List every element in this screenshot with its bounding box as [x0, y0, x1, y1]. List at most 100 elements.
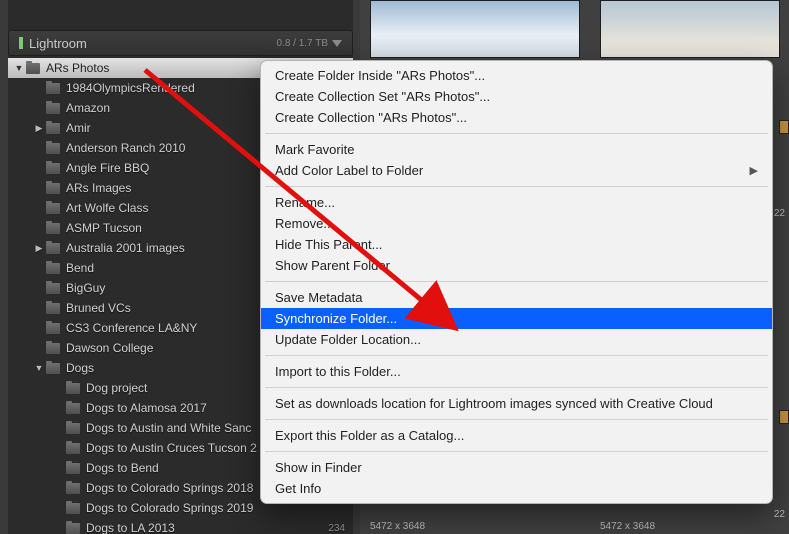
menu-item[interactable]: Import to this Folder...: [261, 361, 772, 382]
folder-icon: [66, 523, 80, 534]
menu-item[interactable]: Create Folder Inside "ARs Photos"...: [261, 65, 772, 86]
menu-item[interactable]: Set as downloads location for Lightroom …: [261, 393, 772, 414]
menu-separator: [265, 355, 768, 356]
folder-label: Amazon: [66, 101, 110, 115]
menu-item[interactable]: Show in Finder: [261, 457, 772, 478]
folder-context-menu[interactable]: Create Folder Inside "ARs Photos"... Crea…: [260, 60, 773, 504]
folder-icon: [46, 203, 60, 214]
folder-icon: [26, 63, 40, 74]
menu-item[interactable]: Show Parent Folder: [261, 255, 772, 276]
folder-icon: [46, 323, 60, 334]
menu-separator: [265, 451, 768, 452]
menu-item-label: Set as downloads location for Lightroom …: [275, 396, 713, 411]
disclosure-right-icon[interactable]: ▶: [34, 123, 44, 134]
folder-icon: [66, 463, 80, 474]
badge-number: 22: [774, 509, 785, 520]
menu-item[interactable]: Add Color Label to Folder ▶: [261, 160, 772, 181]
menu-item[interactable]: Export this Folder as a Catalog...: [261, 425, 772, 446]
menu-item[interactable]: Remove...: [261, 213, 772, 234]
image-dimensions: 5472 x 3648: [600, 521, 655, 532]
menu-separator: [265, 281, 768, 282]
menu-separator: [265, 186, 768, 187]
folder-icon: [66, 383, 80, 394]
folder-label: Dogs to Bend: [86, 461, 159, 475]
menu-separator: [265, 133, 768, 134]
menu-item-label: Create Collection "ARs Photos"...: [275, 110, 467, 125]
folder-label: Amir: [66, 121, 91, 135]
folder-icon: [66, 403, 80, 414]
menu-item-label: Hide This Parent...: [275, 237, 382, 252]
menu-item[interactable]: Create Collection "ARs Photos"...: [261, 107, 772, 128]
app-root: 5472 x 3648 5472 x 3648 22 22 Lightroom …: [0, 0, 789, 534]
folder-label: Dog project: [86, 381, 147, 395]
folder-icon: [66, 423, 80, 434]
folder-icon: [46, 163, 60, 174]
folder-icon: [46, 103, 60, 114]
menu-item-label: Create Folder Inside "ARs Photos"...: [275, 68, 485, 83]
menu-item-label: Mark Favorite: [275, 142, 354, 157]
menu-item[interactable]: Save Metadata: [261, 287, 772, 308]
disclosure-down-icon[interactable]: ▼: [14, 63, 24, 73]
image-dimensions: 5472 x 3648: [370, 521, 425, 532]
menu-item[interactable]: Synchronize Folder...: [261, 308, 772, 329]
pick-flag-icon: [779, 410, 789, 424]
pick-flag-icon: [779, 120, 789, 134]
menu-separator: [265, 387, 768, 388]
volume-status-icon: [19, 37, 23, 49]
menu-item-label: Import to this Folder...: [275, 364, 401, 379]
folder-label: Dogs to LA 2013: [86, 521, 175, 534]
folder-icon: [46, 143, 60, 154]
folder-label: ARs Photos: [46, 61, 109, 75]
folder-label: BigGuy: [66, 281, 105, 295]
folder-icon: [46, 123, 60, 134]
volume-header[interactable]: Lightroom 0.8 / 1.7 TB: [8, 30, 353, 56]
folder-label: 1984OlympicsRendered: [66, 81, 195, 95]
menu-item[interactable]: Get Info: [261, 478, 772, 499]
menu-item[interactable]: Rename...: [261, 192, 772, 213]
folder-label: Dogs: [66, 361, 94, 375]
folder-icon: [46, 263, 60, 274]
folder-label: Dogs to Austin Cruces Tucson 2: [86, 441, 257, 455]
folder-label: ASMP Tucson: [66, 221, 142, 235]
folder-label: Angle Fire BBQ: [66, 161, 149, 175]
menu-separator: [265, 419, 768, 420]
folder-label: Australia 2001 images: [66, 241, 185, 255]
menu-item-label: Export this Folder as a Catalog...: [275, 428, 464, 443]
folder-icon: [46, 183, 60, 194]
folder-icon: [46, 303, 60, 314]
thumbnail[interactable]: [370, 0, 580, 58]
badge-number: 22: [774, 208, 785, 219]
folder-icon: [46, 83, 60, 94]
folder-label: Bend: [66, 261, 94, 275]
disclosure-right-icon[interactable]: ▶: [34, 243, 44, 254]
menu-item[interactable]: Mark Favorite: [261, 139, 772, 160]
menu-item[interactable]: Create Collection Set "ARs Photos"...: [261, 86, 772, 107]
disclosure-down-icon[interactable]: ▼: [34, 363, 44, 373]
folder-label: Bruned VCs: [66, 301, 131, 315]
volume-name: Lightroom: [29, 36, 87, 51]
menu-item-label: Show in Finder: [275, 460, 362, 475]
folder-label: Dawson College: [66, 341, 153, 355]
folder-icon: [66, 483, 80, 494]
thumbnail[interactable]: [600, 0, 780, 58]
chevron-down-icon[interactable]: [332, 40, 342, 47]
folder-icon: [46, 223, 60, 234]
menu-item-label: Add Color Label to Folder: [275, 163, 423, 178]
folder-label: Anderson Ranch 2010: [66, 141, 185, 155]
folder-icon: [46, 243, 60, 254]
menu-item-label: Update Folder Location...: [275, 332, 421, 347]
menu-item[interactable]: Hide This Parent...: [261, 234, 772, 255]
folder-label: ARs Images: [66, 181, 131, 195]
folder-label: CS3 Conference LA&NY: [66, 321, 197, 335]
folder-icon: [46, 363, 60, 374]
chevron-right-icon: ▶: [750, 164, 758, 177]
folder-label: Art Wolfe Class: [66, 201, 148, 215]
folder-count: 234: [328, 523, 345, 534]
folder-row[interactable]: Dogs to LA 2013 234: [8, 518, 353, 534]
volume-storage: 0.8 / 1.7 TB: [276, 38, 328, 49]
folder-icon: [46, 343, 60, 354]
folder-label: Dogs to Colorado Springs 2019: [86, 501, 253, 515]
menu-item-label: Get Info: [275, 481, 321, 496]
menu-item[interactable]: Update Folder Location...: [261, 329, 772, 350]
menu-item-label: Rename...: [275, 195, 335, 210]
